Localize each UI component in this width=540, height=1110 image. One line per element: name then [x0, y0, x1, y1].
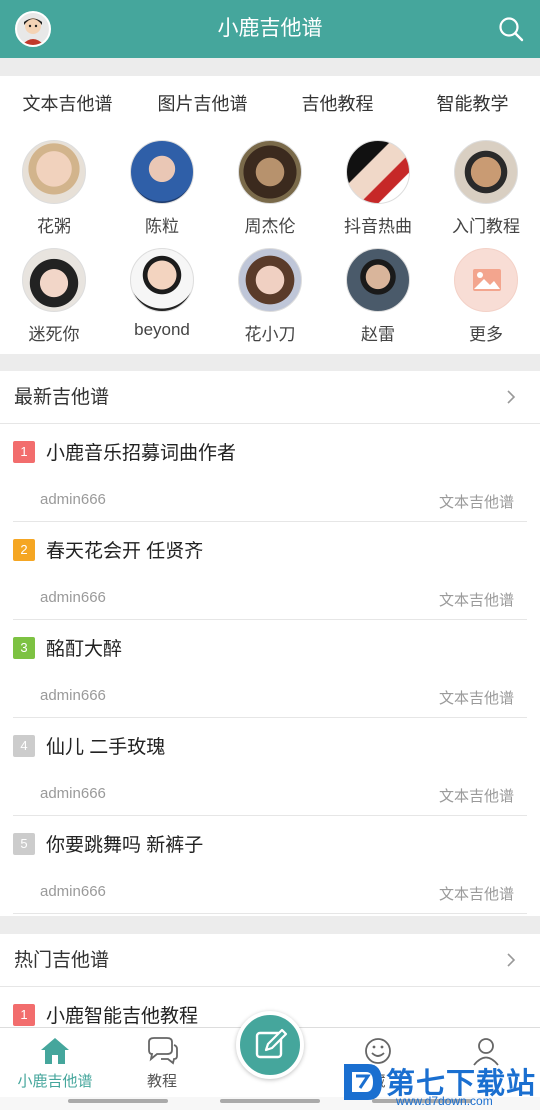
artist-name: 花小刀 [244, 325, 296, 344]
artist-name: 赵雷 [361, 325, 395, 344]
tab-label: 小鹿吉他谱 [17, 1073, 93, 1090]
artist-photo [346, 140, 410, 204]
artist-name: 入门教程 [452, 217, 520, 236]
song-title: 春天花会开 任贤齐 [46, 541, 204, 562]
section-title: 热门吉他谱 [14, 950, 110, 971]
artist-photo [22, 248, 86, 312]
tab-type: 文本吉他谱 [438, 592, 514, 609]
artist-photo [130, 248, 194, 312]
d7-logo-icon [344, 1064, 382, 1100]
tab-label: 教程 [146, 1073, 177, 1090]
site-watermark: 第七下载站 www.d7down.com [342, 1058, 538, 1108]
list-item[interactable]: 3 酩酊大醉 admin666 文本吉他谱 [0, 620, 540, 718]
rank-badge: 1 [13, 1004, 35, 1026]
artist-photo [454, 140, 518, 204]
artist-name: 陈粒 [145, 217, 179, 236]
more-image-icon [454, 248, 518, 312]
uploader: admin666 [40, 687, 106, 704]
chevron-right-icon [507, 390, 516, 404]
more-label: 更多 [469, 325, 503, 344]
tab-type: 文本吉他谱 [438, 690, 514, 707]
search-icon[interactable] [498, 16, 524, 42]
tab-type: 文本吉他谱 [438, 886, 514, 903]
uploader: admin666 [40, 491, 106, 508]
artist-photo [346, 248, 410, 312]
nav-pill [68, 1099, 168, 1103]
chevron-right-icon [507, 953, 516, 967]
latest-header[interactable]: 最新吉他谱 [0, 371, 540, 424]
artist-name: 抖音热曲 [344, 217, 412, 236]
chat-bubble-icon [148, 1037, 178, 1065]
song-title: 你要跳舞吗 新裤子 [46, 835, 204, 856]
more-item[interactable]: 更多 [446, 248, 526, 345]
category-text-tabs[interactable]: 文本吉他谱 [0, 76, 135, 132]
artist-name: beyond [134, 320, 190, 339]
rank-badge: 1 [13, 441, 35, 463]
artist-name: 花粥 [37, 217, 71, 236]
artist-name: 周杰伦 [244, 217, 296, 236]
category-tabs: 文本吉他谱 图片吉他谱 吉他教程 智能教学 [0, 76, 540, 132]
tab-type: 文本吉他谱 [438, 788, 514, 805]
artist-photo [238, 140, 302, 204]
write-button[interactable] [236, 1011, 304, 1079]
app-title: 小鹿吉他谱 [217, 17, 323, 40]
section-title: 最新吉他谱 [14, 387, 110, 408]
song-title: 酩酊大醉 [46, 639, 123, 660]
song-title: 小鹿音乐招募词曲作者 [46, 443, 237, 464]
rank-badge: 4 [13, 735, 35, 757]
artist-item[interactable]: 花小刀 [230, 248, 310, 345]
edit-icon [255, 1028, 288, 1059]
uploader: admin666 [40, 883, 106, 900]
list-item[interactable]: 1 小鹿音乐招募词曲作者 admin666 文本吉他谱 [0, 424, 540, 522]
rank-badge: 2 [13, 539, 35, 561]
tab-tutorial[interactable]: 教程 [107, 1028, 217, 1098]
artist-photo [22, 140, 86, 204]
category-tutorial[interactable]: 吉他教程 [270, 76, 405, 132]
hot-header[interactable]: 热门吉他谱 [0, 934, 540, 987]
artist-item[interactable]: 周杰伦 [230, 140, 310, 237]
artist-item[interactable]: 赵雷 [338, 248, 418, 345]
list-item[interactable]: 2 春天花会开 任贤齐 admin666 文本吉他谱 [0, 522, 540, 620]
category-card: 文本吉他谱 图片吉他谱 吉他教程 智能教学 花粥 陈粒 周杰伦 抖音热曲 入门教… [0, 76, 540, 354]
category-smart-teaching[interactable]: 智能教学 [405, 76, 540, 132]
artist-item[interactable]: 入门教程 [446, 140, 526, 237]
latest-section: 最新吉他谱 1 小鹿音乐招募词曲作者 admin666 文本吉他谱 2 春天花会… [0, 371, 540, 916]
tab-home[interactable]: 小鹿吉他谱 [0, 1028, 110, 1098]
song-title: 小鹿智能吉他教程 [46, 1006, 199, 1027]
artist-item[interactable]: 花粥 [14, 140, 94, 237]
artist-item[interactable]: 陈粒 [122, 140, 202, 237]
list-item[interactable]: 5 你要跳舞吗 新裤子 admin666 文本吉他谱 [0, 816, 540, 914]
tab-type: 文本吉他谱 [438, 494, 514, 511]
watermark-url: www.d7down.com [396, 1094, 493, 1108]
category-image-tabs[interactable]: 图片吉他谱 [135, 76, 270, 132]
uploader: admin666 [40, 785, 106, 802]
song-title: 仙儿 二手玫瑰 [46, 737, 166, 758]
nav-pill [220, 1099, 320, 1103]
artist-item[interactable]: 抖音热曲 [338, 140, 418, 237]
uploader: admin666 [40, 589, 106, 606]
artist-item[interactable]: beyond [122, 248, 202, 340]
rank-badge: 5 [13, 833, 35, 855]
top-bar: 小鹿吉他谱 [0, 0, 540, 58]
divider [13, 913, 527, 914]
artist-name: 迷死你 [28, 325, 80, 344]
list-item[interactable]: 4 仙儿 二手玫瑰 admin666 文本吉他谱 [0, 718, 540, 816]
home-icon [41, 1038, 69, 1064]
rank-badge: 3 [13, 637, 35, 659]
artist-photo [130, 140, 194, 204]
artist-item[interactable]: 迷死你 [14, 248, 94, 345]
artist-photo [238, 248, 302, 312]
